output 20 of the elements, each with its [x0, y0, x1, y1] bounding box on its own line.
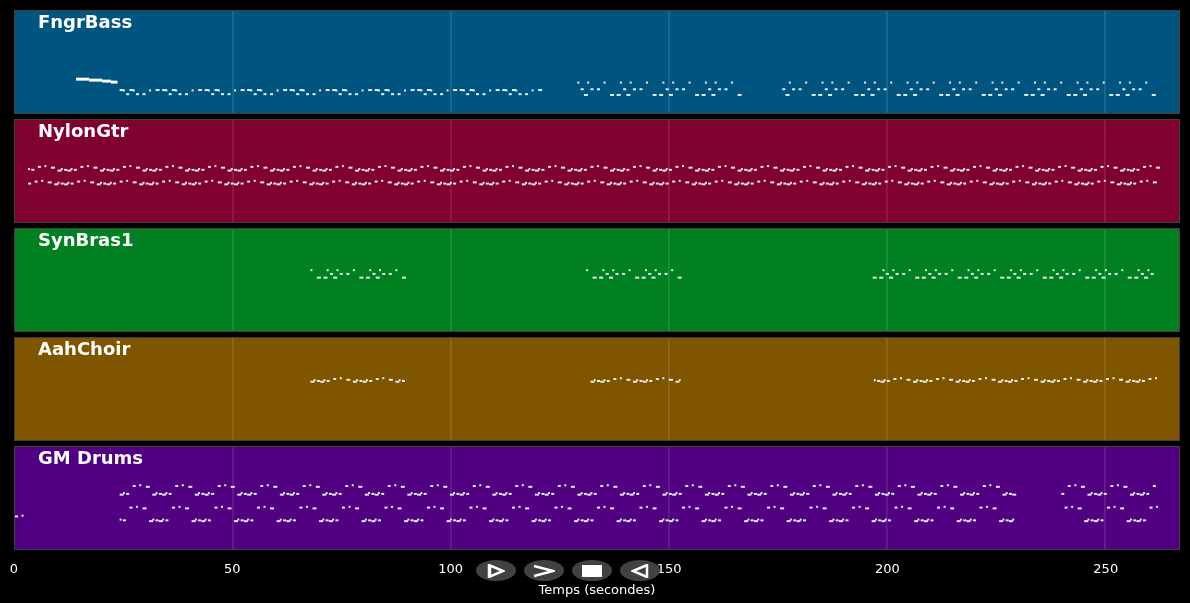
track-name: NylonGtr — [38, 120, 129, 141]
axis-tick-label: 150 — [656, 561, 682, 576]
back-button[interactable] — [620, 560, 660, 581]
play-button[interactable] — [476, 560, 516, 581]
chevron-right-icon — [533, 563, 555, 578]
track-name: GM Drums — [38, 447, 144, 468]
track-name: FngrBass — [38, 11, 133, 32]
axis-label: Temps (secondes) — [538, 582, 656, 597]
stop-icon — [582, 564, 602, 577]
play-icon — [487, 563, 505, 578]
axis-tick-label: 200 — [875, 561, 900, 576]
axis-tick-label: 100 — [438, 561, 464, 576]
axis-tick-label: 50 — [224, 561, 241, 576]
axis-tick-label: 250 — [1093, 561, 1119, 576]
axis-tick-label: 0 — [9, 561, 19, 576]
track-name: AahChoir — [38, 338, 131, 359]
back-icon — [631, 563, 649, 578]
stop-button[interactable] — [572, 560, 612, 581]
track-name: SynBras1 — [38, 229, 134, 250]
forward-button[interactable] — [524, 560, 564, 581]
